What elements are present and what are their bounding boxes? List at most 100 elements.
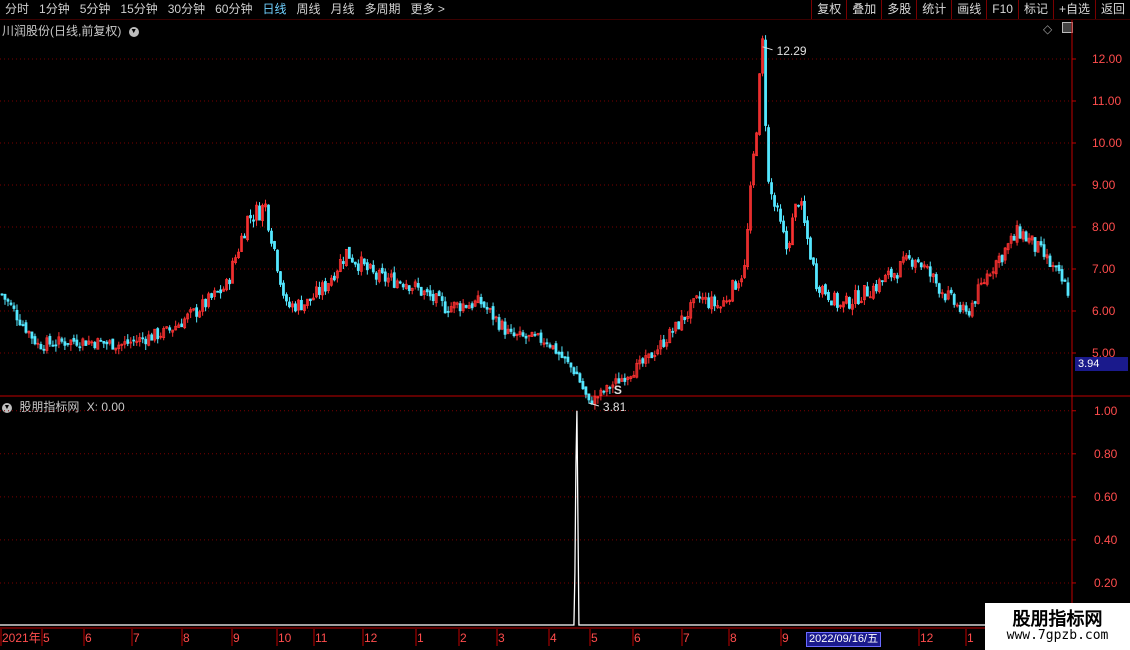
candle-body [548, 344, 552, 348]
candle-body [398, 281, 402, 284]
x-tick-label: 2021年 [2, 631, 41, 645]
y-tick-label: 12.00 [1092, 52, 1122, 66]
candle-body [683, 316, 687, 321]
candle-body [392, 272, 396, 288]
candle-body [1066, 282, 1070, 296]
candle-body [374, 272, 378, 280]
candle-body [803, 200, 806, 223]
candle-body [560, 351, 564, 358]
x-tick-label: 12 [364, 631, 378, 645]
candle-body [270, 230, 273, 244]
x-tick-label: 5 [591, 631, 598, 645]
candle-body [545, 342, 549, 345]
candle-body [1012, 235, 1016, 241]
candle-body [779, 208, 782, 222]
candle-body [1033, 237, 1037, 252]
candle-body [952, 294, 956, 305]
candle-body [347, 246, 351, 259]
candle-body [380, 267, 384, 274]
candle-body [401, 284, 405, 288]
kline-chart[interactable]: 12.0011.0010.009.008.007.006.005.0012.29… [0, 0, 1130, 650]
candle-body [554, 343, 558, 354]
candle-body [889, 268, 893, 278]
candle-body [503, 321, 507, 335]
y-tick-label: 6.00 [1092, 304, 1116, 318]
candle-body [713, 296, 717, 307]
candle-body [698, 296, 702, 299]
y-tick-label: 0.40 [1094, 533, 1118, 547]
candle-body [497, 317, 501, 330]
candle-body [563, 356, 567, 359]
candle-body [228, 279, 231, 285]
candle-body [919, 262, 923, 268]
candle-body [443, 301, 447, 314]
candle-body [836, 293, 839, 308]
x-tick-label: 4 [550, 631, 557, 645]
candle-body [856, 290, 860, 305]
candle-body [539, 332, 543, 343]
candle-body [156, 328, 160, 340]
candle-body [288, 301, 291, 308]
x-tick-label: 8 [183, 631, 190, 645]
candle-body [967, 311, 971, 316]
candle-body [383, 271, 387, 282]
candle-body [806, 220, 809, 239]
candle-body [195, 307, 199, 317]
candle-body [30, 331, 34, 339]
candle-body [285, 294, 288, 302]
candle-body [356, 263, 360, 271]
candle-body [407, 285, 411, 291]
candle-body [365, 262, 369, 271]
candle-body [572, 367, 576, 375]
candle-body [126, 339, 130, 344]
candle-body [371, 264, 375, 273]
candle-body [785, 230, 788, 250]
candle-body [581, 381, 585, 390]
high-pointer [762, 46, 773, 51]
candle-body [734, 281, 738, 290]
candle-body [1042, 244, 1046, 257]
candle-body [48, 335, 52, 345]
x-tick-label: 12 [920, 631, 934, 645]
candle-body [1057, 264, 1061, 271]
candle-body [569, 362, 573, 368]
candle-body [770, 182, 773, 195]
candle-body [332, 275, 336, 281]
candle-body [428, 290, 432, 297]
candle-body [141, 337, 145, 340]
candle-body [650, 352, 654, 359]
candle-body [144, 338, 148, 345]
x-tick-label: 9 [233, 631, 240, 645]
candle-body [764, 39, 767, 126]
candle-body [916, 259, 920, 263]
candle-body [512, 332, 516, 337]
watermark: 股朋指标网 www.7gpzb.com [985, 603, 1130, 650]
candle-body [300, 299, 303, 311]
candle-body [773, 195, 776, 207]
candle-body [132, 339, 136, 342]
x-tick-label: 2 [460, 631, 467, 645]
candle-body [1018, 226, 1022, 239]
x-tick-label: 5 [43, 631, 50, 645]
candle-body [204, 298, 208, 308]
y-tick-label: 8.00 [1092, 220, 1116, 234]
candle-body [815, 263, 818, 290]
high-label: 12.29 [777, 44, 807, 58]
candle-body [937, 283, 941, 294]
candle-body [419, 286, 423, 296]
candle-body [485, 306, 489, 310]
candle-body [323, 281, 327, 292]
candle-body [671, 330, 675, 333]
candle-body [782, 220, 785, 233]
candle-body [482, 301, 486, 308]
candle-body [39, 344, 43, 350]
candle-body [210, 293, 214, 298]
candle-body [60, 338, 64, 342]
candle-body [1054, 265, 1058, 268]
candle-body [66, 343, 70, 345]
candle-body [458, 303, 462, 312]
candle-body [479, 297, 483, 305]
signal-marker: S [614, 383, 622, 397]
candle-body [949, 289, 953, 294]
x-tick-label: 9 [782, 631, 789, 645]
